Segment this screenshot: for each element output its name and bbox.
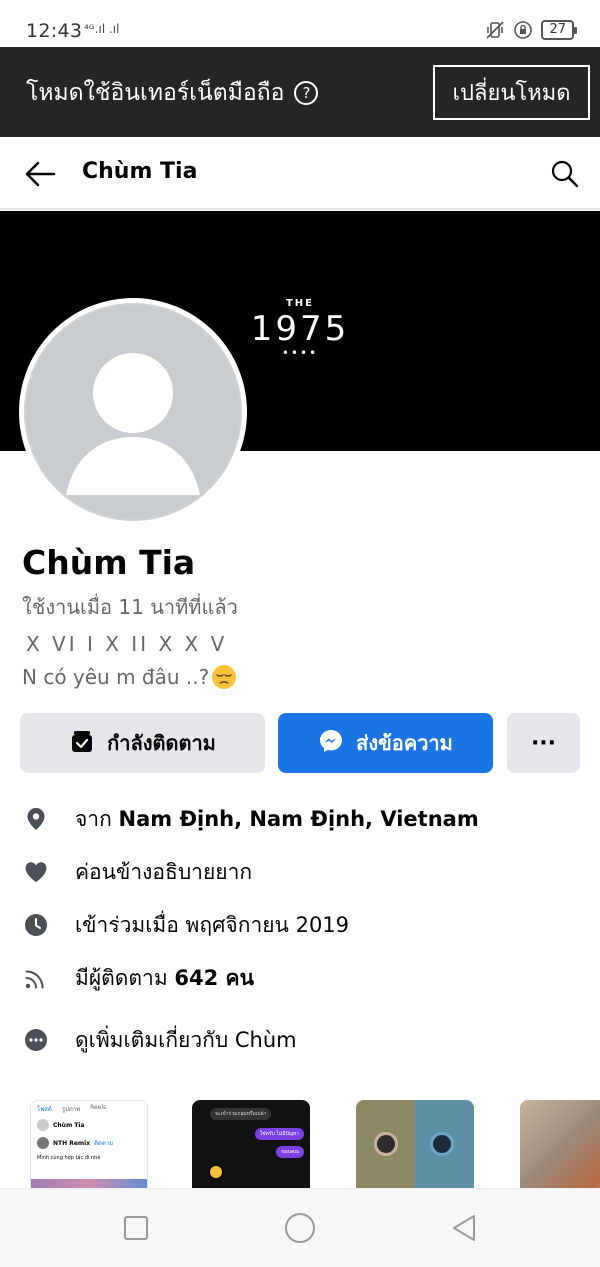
thumb3-avatar-left — [374, 1132, 398, 1156]
thumb-avatar — [37, 1119, 49, 1131]
heart-icon — [24, 860, 48, 884]
thumb2-msg-1: ใช่ครับ ไม่มีปัญหา — [254, 1128, 304, 1140]
switch-mode-button[interactable]: เปลี่ยนโหมด — [433, 65, 590, 120]
data-mode-label: โหมดใช้อินเทอร์เน็ตมือถือ — [26, 80, 285, 106]
thumb2-emoji-icon — [210, 1166, 222, 1178]
thumb-tab-reels: Reels — [90, 1104, 107, 1111]
thumb3-avatar-right — [430, 1132, 454, 1156]
system-navigation-bar — [0, 1188, 600, 1267]
help-circle-icon[interactable]: ? — [294, 81, 319, 105]
status-bar: 12:43 ⁴ᴳ.ıl .ıl 27 — [0, 0, 600, 47]
thumbnail-3[interactable] — [356, 1100, 474, 1188]
data-mode-banner: โหมดใช้อินเทอร์เน็ตมือถือ ? เปลี่ยนโหมด — [0, 47, 600, 137]
bio-line-2-group: N có yêu m đâu ..? — [22, 664, 237, 690]
search-icon[interactable] — [550, 159, 580, 189]
following-check-icon — [69, 728, 95, 759]
followers-prefix: มีผู้ติดตาม — [75, 965, 175, 990]
thumb-text: Mình cùng hợp tác đi nhé — [37, 1155, 101, 1161]
thumb-name: Chùm Tia — [53, 1121, 85, 1129]
more-options-button[interactable]: ··· — [507, 713, 580, 773]
back-arrow-icon[interactable] — [24, 159, 56, 189]
following-button[interactable]: กำลังติดตาม — [20, 713, 265, 773]
profile-name: Chùm Tia — [22, 543, 196, 582]
recent-apps-icon[interactable] — [124, 1216, 148, 1240]
thumb-tab-photos: รูปภาพ — [61, 1106, 81, 1113]
last-active-status: ใช้งานเมื่อ 11 นาทีที่แล้ว — [22, 595, 238, 619]
back-triangle-icon[interactable] — [450, 1213, 478, 1243]
cover-logo-the: THE — [285, 298, 315, 309]
status-time: 12:43 — [26, 20, 83, 42]
location-text: จาก Nam Định, Nam Định, Vietnam — [75, 803, 479, 836]
followers-text[interactable]: มีผู้ติดตาม 642 คน — [75, 962, 254, 995]
thumb-image-strip — [31, 1179, 147, 1188]
default-avatar-icon — [24, 303, 242, 521]
detail-joined: เข้าร่วมเมื่อ พฤศจิกายน 2019 — [0, 905, 600, 945]
more-dots-icon — [24, 1028, 48, 1052]
thumb2-msg-2: ขอบคุณ — [276, 1146, 304, 1158]
rss-icon — [24, 966, 48, 990]
rotation-lock-icon — [513, 20, 533, 40]
home-icon[interactable] — [285, 1213, 315, 1243]
joined-text: เข้าร่วมเมื่อ พฤศจิกายน 2019 — [75, 912, 350, 937]
thumbnail-4[interactable] — [520, 1100, 600, 1188]
thumb-avatar-2 — [37, 1137, 49, 1149]
profile-header: Chùm Tia — [0, 137, 600, 210]
bio-line-1: X VI I X II X X V — [26, 632, 228, 656]
data-mode-text-group: โหมดใช้อินเทอร์เน็ตมือถือ ? — [26, 75, 319, 111]
detail-see-more[interactable]: ดูเพิ่มเติมเกี่ยวกับ Chùm — [0, 1020, 600, 1060]
status-icons: 27 — [485, 20, 577, 40]
thumbnail-1[interactable]: โพสต์ รูปภาพ Reels Chùm Tia NTH Remix ติ… — [30, 1100, 148, 1188]
header-title: Chùm Tia — [82, 159, 198, 184]
thumb-follow: ติดตาม — [94, 1140, 114, 1147]
pensive-face-icon — [211, 664, 237, 690]
detail-relationship: ค่อนข้างอธิบายยาก — [0, 852, 600, 892]
thumb2-header: จะเข้าร่วมกลุ่มหรือเปล่า — [210, 1108, 272, 1120]
followers-count: 642 คน — [174, 965, 254, 990]
relationship-text: ค่อนข้างอธิบายยาก — [75, 859, 253, 884]
see-more-text: ดูเพิ่มเติมเกี่ยวกับ Chùm — [75, 1027, 297, 1052]
featured-thumbnails: โพสต์ รูปภาพ Reels Chùm Tia NTH Remix ติ… — [0, 1100, 600, 1188]
detail-location: จาก Nam Định, Nam Định, Vietnam — [0, 799, 600, 839]
messenger-icon — [318, 728, 344, 759]
thumb-sub: NTH Remix — [53, 1139, 91, 1147]
cover-logo-year: 1975 — [250, 309, 350, 349]
more-dots-icon: ··· — [530, 730, 557, 756]
cover-logo: THE 1975 •••• — [250, 298, 350, 360]
bio-line-2: N có yêu m đâu ..? — [22, 665, 210, 689]
send-message-button[interactable]: ส่งข้อความ — [278, 713, 493, 773]
location-prefix: จาก — [75, 806, 119, 831]
clock-icon — [24, 913, 48, 937]
following-label: กำลังติดตาม — [107, 731, 216, 755]
cover-logo-dots: •••• — [281, 346, 319, 360]
location-value[interactable]: Nam Định, Nam Định, Vietnam — [119, 807, 479, 831]
profile-avatar[interactable] — [19, 298, 247, 526]
detail-followers: มีผู้ติดตาม 642 คน — [0, 958, 600, 998]
thumbnail-2[interactable]: จะเข้าร่วมกลุ่มหรือเปล่า ใช่ครับ ไม่มีปั… — [192, 1100, 310, 1188]
signal-indicator: ⁴ᴳ.ıl .ıl — [84, 22, 120, 36]
location-pin-icon — [24, 807, 48, 831]
battery-indicator: 27 — [541, 20, 577, 40]
thumb-tab-posts: โพสต์ — [37, 1106, 52, 1113]
vibrate-icon — [485, 20, 505, 40]
message-label: ส่งข้อความ — [356, 731, 453, 755]
